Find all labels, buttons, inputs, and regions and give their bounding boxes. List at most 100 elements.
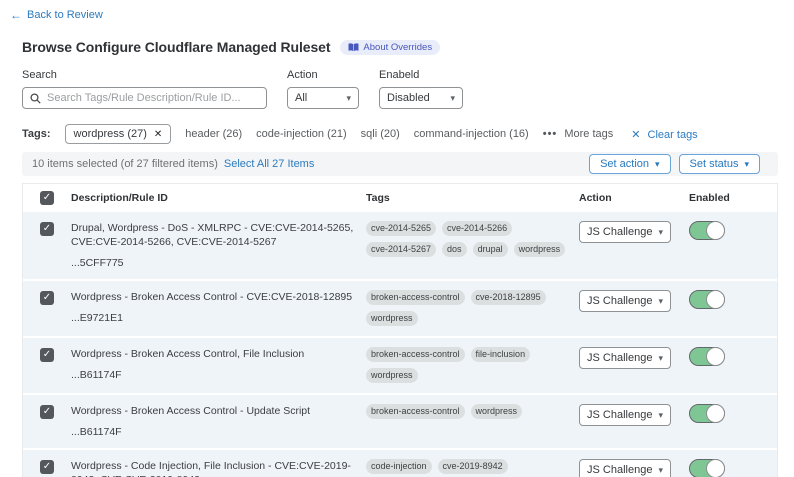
ellipsis-icon: ••• <box>543 128 558 140</box>
selection-bar: 10 items selected (of 27 filtered items)… <box>22 152 778 176</box>
action-cell: JS Challenge ▾ <box>579 347 689 383</box>
enabled-filter: Enabeld Disabled ▾ <box>379 69 463 109</box>
back-arrow-icon: ← <box>10 9 22 21</box>
row-checkbox[interactable]: ✓ <box>40 348 54 362</box>
chevron-down-icon: ▾ <box>658 297 663 306</box>
chevron-down-icon: ▾ <box>658 411 663 420</box>
rule-tag-pill: drupal <box>473 242 508 257</box>
chevron-down-icon: ▾ <box>744 160 749 169</box>
table-row: ✓ Drupal, Wordpress - DoS - XMLRPC - CVE:… <box>23 212 777 279</box>
enabled-toggle[interactable] <box>689 347 725 366</box>
rule-tag-pill: cve-2018-12895 <box>471 290 546 305</box>
rule-tag-pill: broken-access-control <box>366 290 465 305</box>
checkbox-cell: ✓ <box>23 221 71 269</box>
clear-tags-button[interactable]: ✕ Clear tags <box>631 128 697 141</box>
action-value: JS Challenge <box>587 295 652 307</box>
checkbox-cell: ✓ <box>23 347 71 383</box>
action-value: JS Challenge <box>587 352 652 364</box>
column-header-enabled: Enabled <box>689 192 779 204</box>
rules-table: ✓ Description/Rule ID Tags Action Enable… <box>22 183 778 477</box>
tags-cell: code-injectioncve-2019-8942cve-2019-8943… <box>366 459 579 477</box>
action-value: JS Challenge <box>587 226 652 238</box>
tag-filter[interactable]: code-injection (21) <box>256 128 347 140</box>
description-cell: Wordpress - Broken Access Control - CVE:… <box>71 290 366 326</box>
search-input[interactable] <box>47 92 259 104</box>
rule-tag-pill: wordpress <box>514 242 566 257</box>
action-select[interactable]: JS Challenge ▾ <box>579 404 671 426</box>
set-action-label: Set action <box>600 158 649 170</box>
rule-tag-pill: broken-access-control <box>366 347 465 362</box>
action-select[interactable]: JS Challenge▾ <box>579 459 671 477</box>
row-checkbox[interactable]: ✓ <box>40 291 54 305</box>
enabled-toggle[interactable] <box>689 459 725 477</box>
table-row: ✓Wordpress - Broken Access Control - Upd… <box>23 395 777 448</box>
rule-description: Drupal, Wordpress - DoS - XMLRPC - CVE:C… <box>71 221 361 249</box>
tags-bar: Tags: wordpress (27) ✕ header (26)code-i… <box>22 124 794 144</box>
rule-tag-pill: wordpress <box>366 368 418 383</box>
column-header-description: Description/Rule ID <box>71 192 366 204</box>
selected-tag-chip[interactable]: wordpress (27) ✕ <box>65 124 172 144</box>
badge-label: About Overrides <box>363 42 432 53</box>
search-filter: Search <box>22 69 267 109</box>
action-cell: JS Challenge ▾ <box>579 404 689 438</box>
table-row: ✓ Wordpress - Code Injection, File Inclus… <box>23 450 777 477</box>
action-cell: JS Challenge▾ <box>579 459 689 477</box>
enabled-toggle[interactable] <box>689 290 725 309</box>
action-filter-select[interactable]: All ▾ <box>287 87 359 109</box>
action-select[interactable]: JS Challenge▾ <box>579 221 671 243</box>
tag-filter[interactable]: sqli (20) <box>361 128 400 140</box>
rule-tag-pill: cve-2014-5266 <box>442 221 512 236</box>
action-value: JS Challenge <box>587 409 652 421</box>
row-checkbox[interactable]: ✓ <box>40 405 54 419</box>
toggle-knob <box>706 221 725 240</box>
enabled-cell <box>689 404 779 438</box>
clear-tags-icon: ✕ <box>631 129 640 141</box>
selected-tag-label: wordpress (27) <box>74 128 147 140</box>
enabled-filter-select[interactable]: Disabled ▾ <box>379 87 463 109</box>
remove-tag-icon[interactable]: ✕ <box>154 129 162 140</box>
tags-cell: cve-2014-5265cve-2014-5266cve-2014-5267d… <box>366 221 579 269</box>
back-link[interactable]: ← Back to Review <box>10 9 103 21</box>
back-link-label: Back to Review <box>27 9 103 21</box>
page-title: Browse Configure Cloudflare Managed Rule… <box>22 39 330 55</box>
checkbox-cell: ✓ <box>23 459 71 477</box>
tags-cell: broken-access-controlfile-inclusionwordp… <box>366 347 579 383</box>
row-checkbox[interactable]: ✓ <box>40 222 54 236</box>
toggle-knob <box>706 404 725 423</box>
tag-filter[interactable]: command-injection (16) <box>414 128 529 140</box>
checkbox-cell: ✓ <box>23 290 71 326</box>
action-cell: JS Challenge▾ <box>579 221 689 269</box>
action-select[interactable]: JS Challenge ▾ <box>579 347 671 369</box>
description-cell: Wordpress - Broken Access Control, File … <box>71 347 366 383</box>
enabled-cell <box>689 290 779 326</box>
table-row: ✓ Wordpress - Broken Access Control, File… <box>23 338 777 393</box>
enabled-toggle[interactable] <box>689 221 725 240</box>
about-overrides-badge[interactable]: About Overrides <box>340 40 440 55</box>
chevron-down-icon: ▾ <box>658 354 663 363</box>
search-label: Search <box>22 69 267 81</box>
action-select[interactable]: JS Challenge ▾ <box>579 290 671 312</box>
description-cell: Wordpress - Code Injection, File Inclusi… <box>71 459 366 477</box>
enabled-toggle[interactable] <box>689 404 725 423</box>
chevron-down-icon: ▾ <box>658 466 663 475</box>
rule-id: ...B61174F <box>71 369 361 381</box>
set-action-button[interactable]: Set action ▾ <box>589 154 670 174</box>
row-checkbox[interactable]: ✓ <box>40 460 54 474</box>
tags-cell: broken-access-controlwordpress <box>366 404 579 438</box>
enabled-filter-value: Disabled <box>387 92 430 104</box>
toggle-knob <box>706 290 725 309</box>
tag-filter[interactable]: header (26) <box>185 128 242 140</box>
select-all-link[interactable]: Select All 27 Items <box>224 158 315 170</box>
select-all-checkbox[interactable]: ✓ <box>40 191 54 205</box>
more-tags-button[interactable]: ••• More tags <box>543 128 614 140</box>
action-filter-value: All <box>295 92 307 104</box>
rule-description: Wordpress - Code Injection, File Inclusi… <box>71 459 361 477</box>
filters-row: Search Action All ▾ Enabeld Disabled ▾ <box>22 69 794 109</box>
enabled-cell <box>689 459 779 477</box>
rule-tag-pill: broken-access-control <box>366 404 465 419</box>
column-header-tags: Tags <box>366 192 579 204</box>
action-cell: JS Challenge ▾ <box>579 290 689 326</box>
set-status-button[interactable]: Set status ▾ <box>679 154 760 174</box>
rule-description: Wordpress - Broken Access Control - CVE:… <box>71 290 361 304</box>
toggle-knob <box>706 459 725 477</box>
